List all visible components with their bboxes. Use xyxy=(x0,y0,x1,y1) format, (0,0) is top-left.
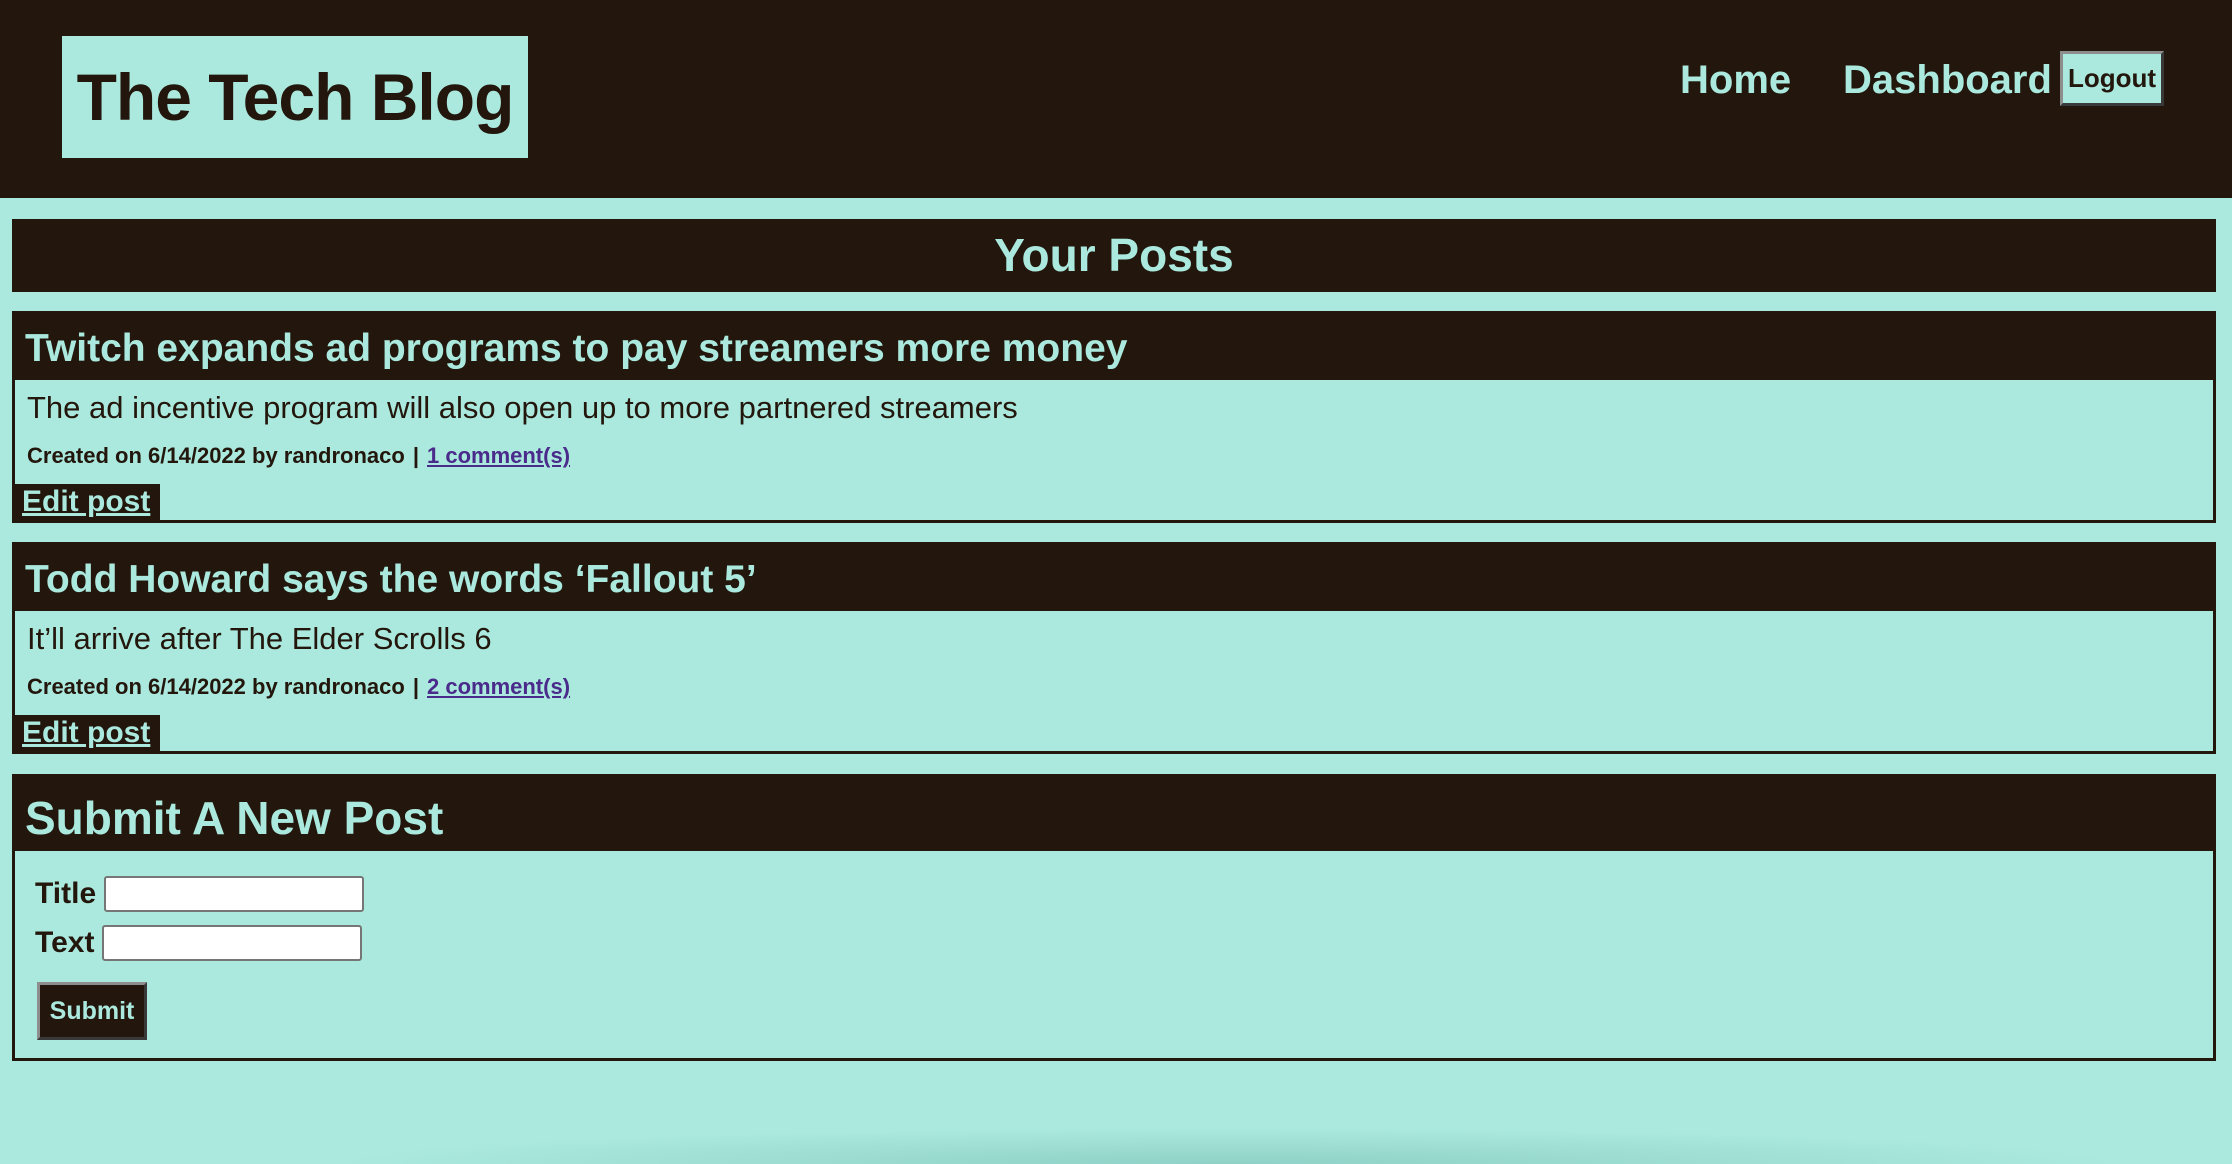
title-label: Title xyxy=(35,877,97,910)
site-header: The Tech Blog Home Dashboard Logout xyxy=(0,0,2232,198)
edit-post-link[interactable]: Edit post xyxy=(15,484,161,520)
title-row: Title xyxy=(35,875,365,913)
text-row: Text xyxy=(35,924,363,962)
post-body: The ad incentive program will also open … xyxy=(27,390,1018,425)
post-created: Created on 6/14/2022 by randronaco xyxy=(27,443,405,468)
edit-post-link[interactable]: Edit post xyxy=(15,715,161,751)
post-comments-link[interactable]: 2 comment(s) xyxy=(427,674,570,699)
logout-button[interactable]: Logout xyxy=(2060,51,2164,106)
post-title[interactable]: Twitch expands ad programs to pay stream… xyxy=(15,314,2213,380)
post-meta: Created on 6/14/2022 by randronaco | 2 com… xyxy=(15,674,2213,700)
nav-home-link[interactable]: Home xyxy=(1680,52,1791,108)
post-card: Todd Howard says the words ‘Fallout 5’ I… xyxy=(12,542,2216,754)
post-title[interactable]: Todd Howard says the words ‘Fallout 5’ xyxy=(15,545,2213,611)
new-post-heading: Submit A New Post xyxy=(15,777,2213,851)
page-bottom-shadow xyxy=(330,1128,2130,1164)
meta-separator: | xyxy=(412,443,419,468)
nav-dashboard-link[interactable]: Dashboard xyxy=(1843,52,2052,108)
text-input[interactable] xyxy=(102,925,363,961)
post-comments-link[interactable]: 1 comment(s) xyxy=(427,443,570,468)
meta-separator: | xyxy=(412,674,419,699)
title-input[interactable] xyxy=(104,876,365,912)
submit-button[interactable]: Submit xyxy=(37,982,147,1040)
text-label: Text xyxy=(35,926,95,959)
post-card: Twitch expands ad programs to pay stream… xyxy=(12,311,2216,523)
new-post-form: Submit A New Post Title Text Submit xyxy=(12,774,2216,1061)
your-posts-heading: Your Posts xyxy=(12,219,2216,292)
site-title[interactable]: The Tech Blog xyxy=(62,36,528,158)
post-body: It’ll arrive after The Elder Scrolls 6 xyxy=(27,621,492,656)
post-meta: Created on 6/14/2022 by randronaco | 1 com… xyxy=(15,443,2213,469)
post-created: Created on 6/14/2022 by randronaco xyxy=(27,674,405,699)
